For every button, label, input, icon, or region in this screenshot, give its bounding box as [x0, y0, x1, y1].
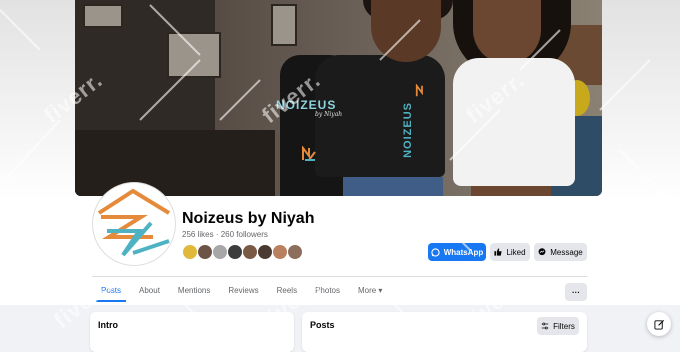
filters-icon: [541, 322, 549, 330]
edit-compose-icon: [653, 319, 664, 330]
follower-avatar[interactable]: [287, 244, 303, 260]
cover-frame: [271, 4, 297, 46]
follower-avatar[interactable]: [242, 244, 258, 260]
tab-reels[interactable]: Reels: [268, 281, 306, 302]
shirt-logo-right-icon: [415, 84, 423, 97]
followers-count[interactable]: 260 followers: [221, 230, 268, 239]
follower-avatars[interactable]: [182, 244, 303, 260]
person-left-head: [371, 0, 441, 62]
tab-mentions[interactable]: Mentions: [169, 281, 219, 302]
compose-button[interactable]: [647, 312, 671, 336]
message-label: Message: [550, 247, 583, 257]
messenger-icon: [538, 248, 546, 256]
follower-avatar[interactable]: [182, 244, 198, 260]
shirt-brand-left: NOIZEUS: [276, 98, 337, 112]
person-right-shirt: [453, 58, 575, 186]
likes-count[interactable]: 256 likes: [182, 230, 214, 239]
cover-photo[interactable]: NOIZEUS by Niyah NOIZEUS: [75, 0, 602, 196]
whatsapp-icon: [431, 247, 440, 257]
header-divider: [92, 276, 587, 277]
intro-card: Intro: [90, 312, 294, 352]
follower-avatar[interactable]: [257, 244, 273, 260]
page-title: Noizeus by Niyah: [182, 210, 315, 227]
shirt-brand-right: NOIZEUS: [402, 102, 414, 158]
tab-more[interactable]: More ▾: [349, 281, 391, 302]
tab-posts[interactable]: Posts: [92, 281, 130, 302]
follower-avatar[interactable]: [197, 244, 213, 260]
filters-button[interactable]: Filters: [537, 317, 579, 335]
tab-reviews[interactable]: Reviews: [219, 281, 267, 302]
tab-photos[interactable]: Photos: [306, 281, 349, 302]
stats-separator: ·: [215, 230, 219, 239]
page-stats: 256 likes · 260 followers: [182, 230, 268, 239]
follower-avatar[interactable]: [212, 244, 228, 260]
cover-frame: [167, 32, 221, 78]
shirt-logo-icon: [302, 146, 316, 161]
intro-title: Intro: [98, 320, 118, 330]
follower-avatar[interactable]: [227, 244, 243, 260]
liked-button[interactable]: Liked: [490, 243, 530, 261]
liked-label: Liked: [506, 247, 526, 257]
person-right-waist: [471, 186, 551, 196]
more-options-button[interactable]: ···: [565, 283, 587, 301]
posts-title: Posts: [310, 320, 335, 330]
noizeus-logo-icon: [97, 188, 171, 257]
whatsapp-label: WhatsApp: [443, 247, 484, 257]
follower-avatar[interactable]: [272, 244, 288, 260]
filters-label: Filters: [553, 321, 575, 331]
page-tabs: Posts About Mentions Reviews Reels Photo…: [92, 281, 391, 302]
whatsapp-button[interactable]: WhatsApp: [428, 243, 486, 261]
tab-about[interactable]: About: [130, 281, 169, 302]
thumbs-up-icon: [494, 248, 503, 256]
person-left-jeans: [343, 177, 443, 196]
profile-avatar[interactable]: [92, 182, 176, 266]
shirt-brand-left-sub: by Niyah: [315, 111, 343, 118]
cover-frame: [83, 4, 123, 28]
message-button[interactable]: Message: [534, 243, 587, 261]
